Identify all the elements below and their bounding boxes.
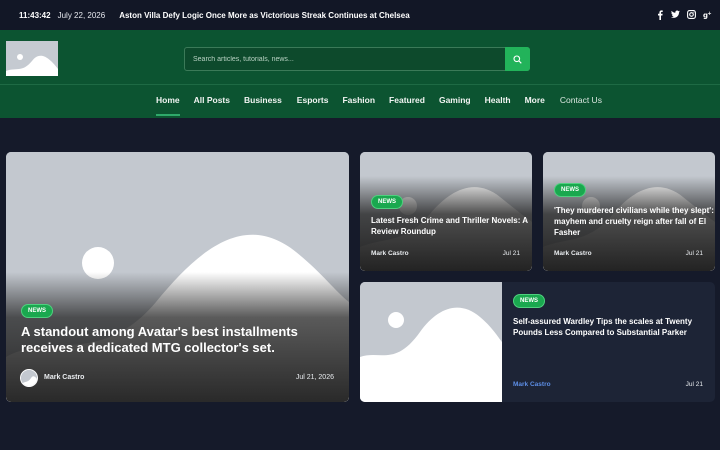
search-bar bbox=[184, 47, 530, 71]
article-title[interactable]: Latest Fresh Crime and Thriller Novels: … bbox=[371, 215, 531, 237]
author-name[interactable]: Mark Castro bbox=[554, 250, 592, 257]
site-header bbox=[0, 30, 720, 84]
nav-item-business[interactable]: Business bbox=[244, 95, 282, 105]
image-placeholder bbox=[360, 282, 502, 402]
current-date: July 22, 2026 bbox=[57, 10, 106, 20]
search-input[interactable] bbox=[185, 48, 505, 70]
top-bar: 11:43:42 July 22, 2026 Aston Villa Defy … bbox=[0, 0, 720, 30]
twitter-icon[interactable] bbox=[671, 9, 680, 20]
search-icon bbox=[513, 54, 522, 64]
instagram-icon[interactable] bbox=[687, 9, 696, 20]
breaking-headline[interactable]: Aston Villa Defy Logic Once More as Vict… bbox=[119, 11, 409, 20]
facebook-icon[interactable] bbox=[655, 9, 664, 20]
svg-text:+: + bbox=[708, 11, 712, 17]
post-date: Jul 21 bbox=[685, 381, 703, 388]
nav-item-featured[interactable]: Featured bbox=[389, 95, 425, 105]
nav-item-gaming[interactable]: Gaming bbox=[439, 95, 471, 105]
social-links: g + bbox=[655, 9, 712, 20]
avatar[interactable] bbox=[20, 369, 38, 387]
author-name[interactable]: Mark Castro bbox=[513, 381, 551, 388]
post-date: Jul 21 bbox=[502, 250, 520, 257]
article-card[interactable]: NEWS 'They murdered civilians while they… bbox=[543, 152, 715, 271]
category-badge[interactable]: NEWS bbox=[554, 183, 586, 197]
category-badge[interactable]: NEWS bbox=[21, 304, 53, 318]
post-date: Jul 21 bbox=[685, 250, 703, 257]
author-name[interactable]: Mark Castro bbox=[44, 374, 84, 381]
article-thumbnail[interactable] bbox=[360, 282, 502, 402]
nav-item-contact[interactable]: Contact Us bbox=[560, 95, 602, 105]
article-title[interactable]: Self-assured Wardley Tips the scales at … bbox=[513, 316, 708, 338]
nav-item-home[interactable]: Home bbox=[156, 95, 180, 116]
article-title[interactable]: 'They murdered civilians while they slep… bbox=[554, 205, 714, 238]
search-button[interactable] bbox=[505, 47, 530, 71]
google-plus-icon[interactable]: g + bbox=[703, 9, 712, 20]
category-badge[interactable]: NEWS bbox=[513, 294, 545, 308]
nav-item-all-posts[interactable]: All Posts bbox=[194, 95, 230, 105]
post-date: Jul 21, 2026 bbox=[295, 374, 334, 381]
category-badge[interactable]: NEWS bbox=[371, 195, 403, 209]
main-nav: Home All Posts Business Esports Fashion … bbox=[0, 84, 720, 118]
article-card-wide[interactable]: NEWS Self-assured Wardley Tips the scale… bbox=[360, 282, 715, 402]
site-logo[interactable] bbox=[6, 41, 58, 76]
current-time: 11:43:42 bbox=[19, 10, 51, 20]
author-name[interactable]: Mark Castro bbox=[371, 250, 409, 257]
nav-item-fashion[interactable]: Fashion bbox=[342, 95, 375, 105]
featured-title[interactable]: A standout among Avatar's best installme… bbox=[21, 324, 341, 356]
nav-item-more[interactable]: More bbox=[525, 95, 545, 105]
nav-item-esports[interactable]: Esports bbox=[297, 95, 329, 105]
featured-article-card[interactable]: NEWS A standout among Avatar's best inst… bbox=[6, 152, 349, 402]
nav-item-health[interactable]: Health bbox=[485, 95, 511, 105]
article-card[interactable]: NEWS Latest Fresh Crime and Thriller Nov… bbox=[360, 152, 532, 271]
